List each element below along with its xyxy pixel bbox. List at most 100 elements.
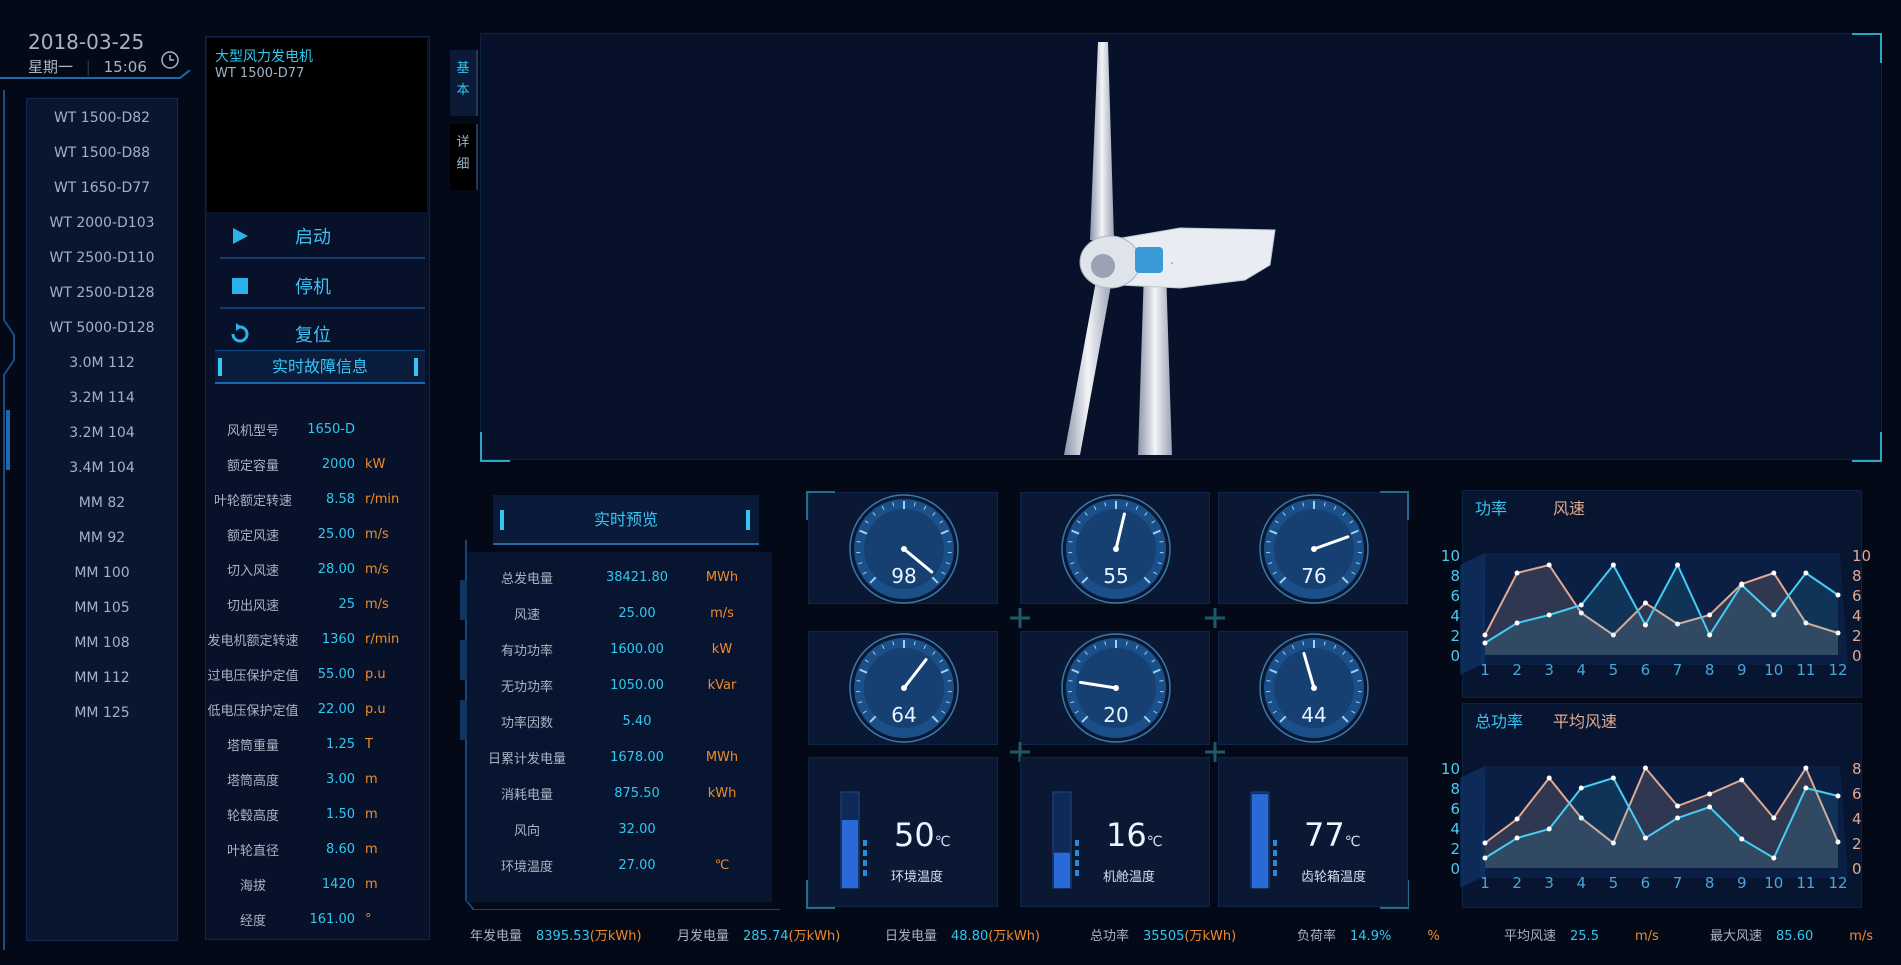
reset-button[interactable]: 复位 — [220, 315, 425, 353]
sidebar-item[interactable]: MM 82 — [27, 486, 177, 521]
temperature-unit: ℃ — [1344, 834, 1361, 850]
sidebar-item[interactable]: MM 105 — [27, 591, 177, 626]
sidebar-item[interactable]: 3.0M 112 — [27, 346, 177, 381]
data-point — [1707, 612, 1713, 618]
start-button[interactable]: 启动 — [220, 215, 425, 259]
fault-info-header[interactable]: 实时故障信息 — [215, 350, 425, 384]
preview-row: 风向 32.00 — [467, 811, 772, 847]
y-tick-left: 10 — [1441, 760, 1460, 778]
data-point — [1514, 570, 1520, 576]
data-point — [1514, 816, 1520, 822]
spec-row: 海拔 1420 m — [205, 867, 430, 902]
sidebar-item[interactable]: WT 1500-D88 — [27, 136, 177, 171]
data-point — [1835, 793, 1841, 799]
preview-unit: kWh — [707, 785, 737, 801]
spec-value: 25 — [338, 597, 355, 612]
spec-label: 低电压保护定值 — [207, 704, 299, 719]
preview-table: 总发电量 38421.80 MWh 风速 25.00 m/s 有功功率 1600.00 kW 无功… — [467, 552, 772, 902]
spec-label: 经度 — [239, 914, 266, 929]
spec-label: 发电机额定转速 — [207, 634, 299, 649]
data-point — [1675, 815, 1681, 821]
spec-label: 过电压保护定值 — [207, 669, 299, 684]
data-point — [1546, 562, 1552, 568]
stop-icon — [220, 277, 260, 295]
bottom-stat: 日发电量 48.80(万kWh) — [885, 925, 1040, 944]
preview-row: 功率因数 5.40 — [467, 703, 772, 739]
preview-row: 无功功率 1050.00 kVar — [467, 667, 772, 703]
chart1-tab-wind[interactable]: 风速 — [1553, 495, 1585, 519]
x-tick: 3 — [1544, 661, 1554, 679]
sidebar-item[interactable]: 3.2M 114 — [27, 381, 177, 416]
y-tick-right: 6 — [1852, 587, 1862, 605]
spec-value: 1360 — [321, 632, 355, 647]
spec-value: 55.00 — [317, 667, 355, 682]
sidebar-item[interactable]: WT 1650-D77 — [27, 171, 177, 206]
bottom-stat-label: 月发电量 — [677, 929, 730, 944]
temperature-label: 机舱温度 — [1103, 870, 1156, 885]
sidebar-item[interactable]: WT 2500-D128 — [27, 276, 177, 311]
sidebar-item[interactable]: 3.2M 104 — [27, 416, 177, 451]
video-panel: 大型风力发电机 WT 1500-D77 — [207, 38, 427, 212]
data-point — [1803, 570, 1809, 576]
spec-value: 3.00 — [326, 772, 355, 787]
spec-unit: m — [365, 842, 378, 857]
bottom-stat: 月发电量 285.74(万kWh) — [677, 925, 840, 944]
preview-rows: 总发电量 38421.80 MWh 风速 25.00 m/s 有功功率 1600.00 kW 无功… — [467, 552, 772, 883]
sidebar-item[interactable]: MM 125 — [27, 696, 177, 731]
stop-button[interactable]: 停机 — [220, 265, 425, 309]
sidebar-item[interactable]: WT 2000-D103 — [27, 206, 177, 241]
bottom-stat-unit: (万kWh) — [589, 929, 642, 944]
spec-unit: ° — [365, 912, 372, 927]
sidebar-item[interactable]: WT 5000-D128 — [27, 311, 177, 346]
chart1-tab-power[interactable]: 功率 — [1475, 495, 1507, 519]
tab-basic-label: 基本 — [456, 61, 470, 98]
preview-label: 总发电量 — [500, 571, 553, 587]
sidebar-item[interactable]: MM 112 — [27, 661, 177, 696]
temperature-value: 50 — [894, 816, 935, 854]
data-point — [1546, 612, 1552, 618]
spec-label: 风机型号 — [226, 424, 279, 439]
y-tick-left: 2 — [1450, 840, 1460, 858]
preview-title: 实时预览 — [593, 510, 658, 529]
spec-label: 叶轮直径 — [226, 844, 279, 859]
preview-header: 实时预览 — [493, 495, 759, 545]
sidebar-item[interactable]: MM 92 — [27, 521, 177, 556]
spec-value: 28.00 — [317, 562, 355, 577]
preview-label: 风向 — [513, 823, 540, 839]
preview-row: 日累计发电量 1678.00 MWh — [467, 739, 772, 775]
spec-label: 额定风速 — [226, 529, 279, 544]
sidebar-item[interactable]: MM 100 — [27, 556, 177, 591]
sidebar-item[interactable]: 3.4M 104 — [27, 451, 177, 486]
y-tick-right: 2 — [1852, 627, 1862, 645]
preview-row: 风速 25.00 m/s — [467, 595, 772, 631]
tab-basic[interactable]: 基本 — [450, 50, 478, 116]
sidebar-item[interactable]: WT 1500-D82 — [27, 101, 177, 136]
y-tick-left: 0 — [1450, 647, 1460, 665]
preview-value: 32.00 — [618, 821, 656, 837]
bottom-stat-unit: % — [1427, 929, 1440, 944]
bottom-stat-label: 总功率 — [1090, 929, 1130, 944]
chart2-tab-avg-wind[interactable]: 平均风速 — [1553, 708, 1617, 732]
temperature-unit: ℃ — [1146, 834, 1163, 850]
x-tick: 8 — [1705, 661, 1715, 679]
preview-label: 日累计发电量 — [487, 751, 566, 767]
x-tick: 1 — [1480, 874, 1490, 892]
chart2-tab-total-power[interactable]: 总功率 — [1475, 708, 1523, 732]
bottom-stat-value: 285.74 — [743, 929, 789, 944]
sidebar-item[interactable]: MM 108 — [27, 626, 177, 661]
data-point — [1642, 765, 1648, 771]
preview-unit: MWh — [705, 749, 739, 765]
x-tick: 1 — [1480, 661, 1490, 679]
temperature-unit: ℃ — [934, 834, 951, 850]
spec-label: 塔筒高度 — [226, 774, 279, 789]
y-tick-left: 8 — [1450, 780, 1460, 798]
temperature-cell: 77℃ 齿轮箱温度 — [1218, 757, 1408, 907]
temperature-value-box: 50℃ — [894, 816, 950, 854]
spec-unit: p.u — [365, 702, 386, 717]
tab-detail[interactable]: 详细 — [450, 124, 478, 190]
data-point — [1675, 562, 1681, 568]
spec-value: 1420 — [321, 877, 355, 892]
sidebar-item[interactable]: WT 2500-D110 — [27, 241, 177, 276]
y-tick-right: 10 — [1852, 547, 1871, 565]
spec-row: 切出风速 25 m/s — [205, 587, 430, 622]
